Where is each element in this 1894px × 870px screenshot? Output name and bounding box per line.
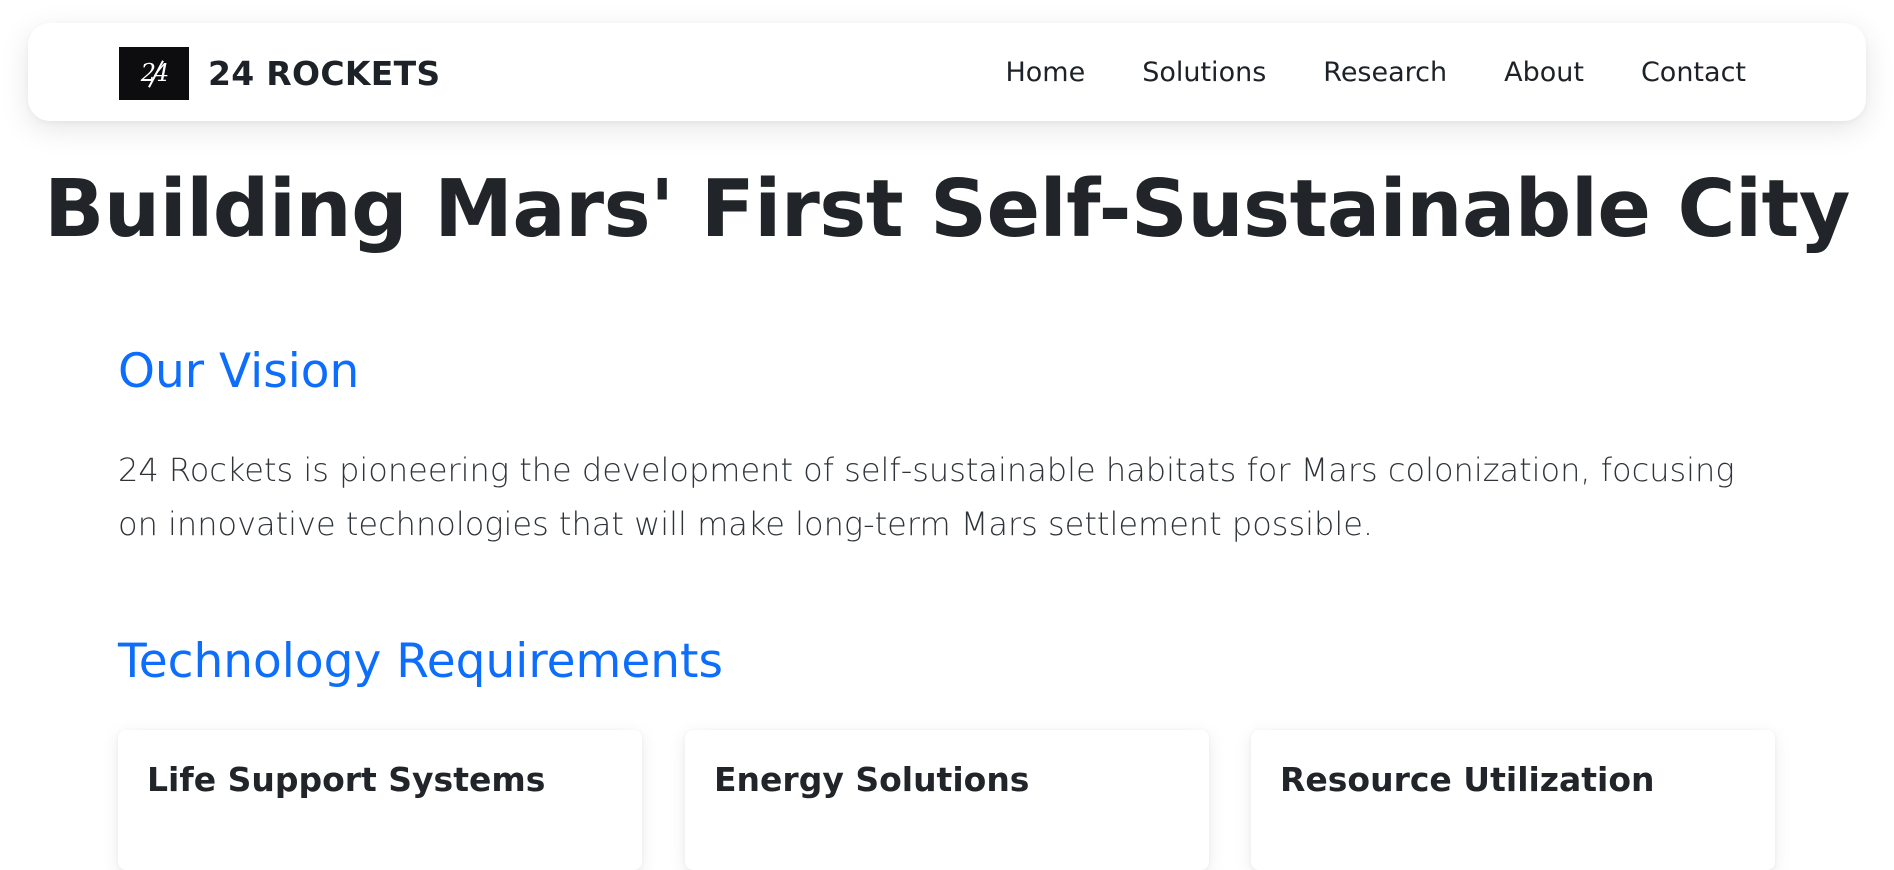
nav-link-about[interactable]: About: [1504, 57, 1584, 88]
technology-heading: Technology Requirements: [118, 634, 723, 689]
nav-link-home[interactable]: Home: [1005, 57, 1085, 88]
vision-heading: Our Vision: [118, 344, 360, 399]
card-title: Life Support Systems: [147, 760, 546, 799]
page-title: Building Mars' First Self-Sustainable Ci…: [44, 163, 1850, 255]
nav-link-solutions[interactable]: Solutions: [1142, 57, 1266, 88]
nav-menu: Home Solutions Research About Contact: [948, 23, 1746, 121]
vision-text: 24 Rockets is pioneering the development…: [118, 451, 1735, 543]
brand-logo[interactable]: 24: [119, 46, 189, 100]
brand[interactable]: 24 24 ROCKETS: [119, 46, 441, 100]
card-resource-utilization: Resource Utilization: [1251, 730, 1775, 870]
card-title: Energy Solutions: [714, 760, 1030, 799]
card-life-support: Life Support Systems: [118, 730, 642, 870]
nav-link-contact[interactable]: Contact: [1641, 57, 1746, 88]
brand-name[interactable]: 24 ROCKETS: [208, 54, 441, 93]
card-title: Resource Utilization: [1280, 760, 1655, 799]
nav-link-research[interactable]: Research: [1323, 57, 1447, 88]
card-energy-solutions: Energy Solutions: [685, 730, 1209, 870]
navbar: 24 24 ROCKETS Home Solutions Research Ab…: [28, 23, 1866, 121]
